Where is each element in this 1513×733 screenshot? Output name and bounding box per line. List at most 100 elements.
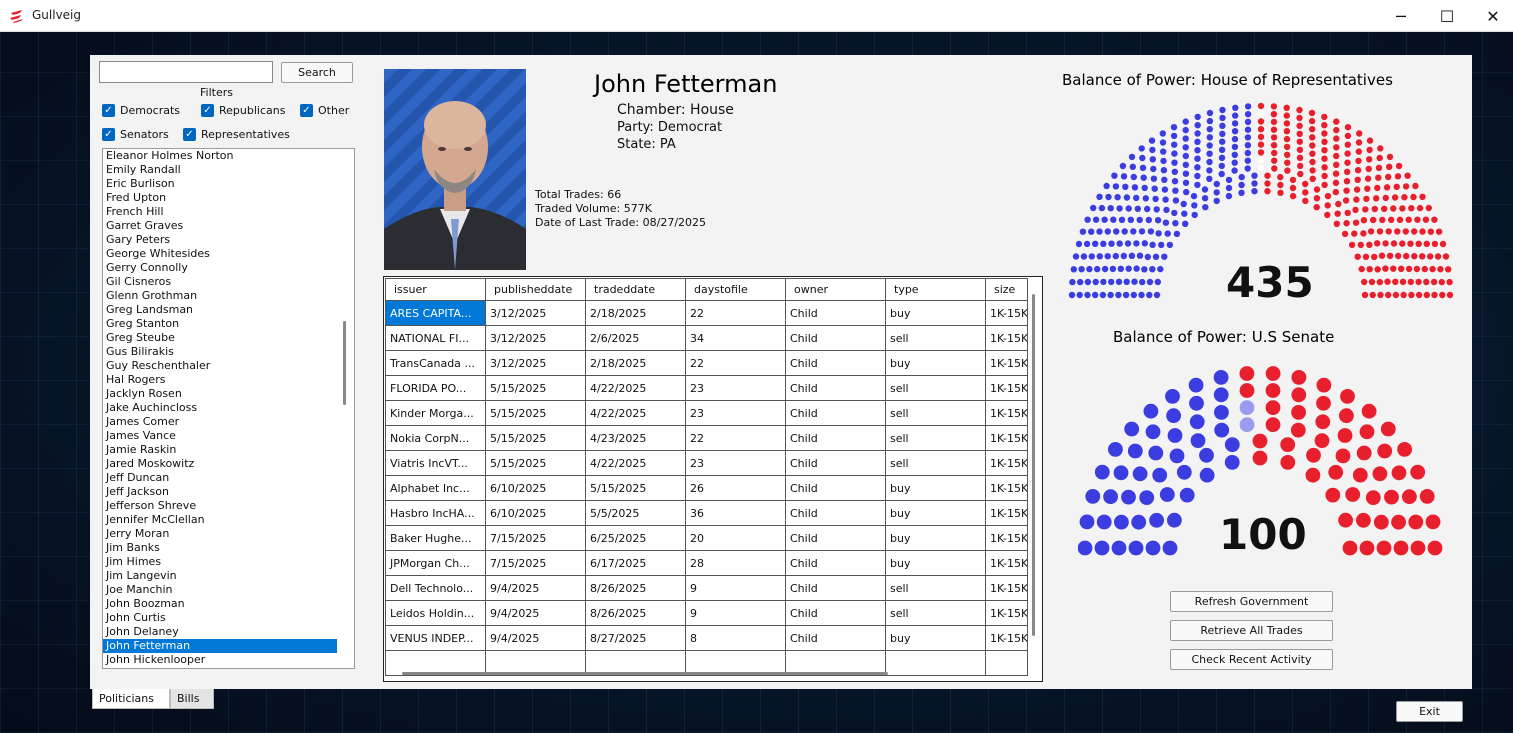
table-cell[interactable]: Child [785, 500, 886, 526]
list-item[interactable]: French Hill [103, 205, 337, 219]
table-row[interactable]: Baker Hughe... 7/15/2025 6/25/2025 20 Child b… [385, 525, 1028, 551]
tab-bills[interactable]: Bills [170, 689, 214, 709]
column-header[interactable]: publisheddate [485, 278, 586, 301]
list-item[interactable]: Jerry Moran [103, 527, 337, 541]
grid-vertical-scrollbar[interactable] [1032, 294, 1035, 636]
filter-senators[interactable]: ✓ Senators [102, 128, 169, 141]
table-cell[interactable]: Child [785, 625, 886, 651]
table-cell[interactable]: 1K-15K [985, 625, 1028, 651]
table-row[interactable]: ARES CAPITA... 3/12/2025 2/18/2025 22 Child b… [385, 300, 1028, 326]
table-cell[interactable]: 2/18/2025 [585, 300, 686, 326]
list-item[interactable]: Guy Reschenthaler [103, 359, 337, 373]
table-cell[interactable]: 3/12/2025 [485, 325, 586, 351]
table-cell[interactable]: Child [785, 450, 886, 476]
table-cell[interactable]: 5/15/2025 [485, 400, 586, 426]
list-item[interactable]: Jim Langevin [103, 569, 337, 583]
table-row[interactable]: Viatris IncVT... 5/15/2025 4/22/2025 23 Chil… [385, 450, 1028, 476]
table-cell[interactable]: Child [785, 300, 886, 326]
table-cell[interactable]: sell [885, 400, 986, 426]
table-cell[interactable]: 4/22/2025 [585, 400, 686, 426]
list-item[interactable]: Gerry Connolly [103, 261, 337, 275]
table-cell[interactable]: 6/10/2025 [485, 475, 586, 501]
table-cell[interactable]: 5/15/2025 [485, 375, 586, 401]
table-cell[interactable]: 1K-15K [985, 350, 1028, 376]
table-cell[interactable]: Hasbro IncHA... [385, 500, 486, 526]
list-item[interactable]: Jeff Jackson [103, 485, 337, 499]
list-item[interactable]: Jamie Raskin [103, 443, 337, 457]
table-cell[interactable]: 9/4/2025 [485, 575, 586, 601]
table-cell[interactable]: Child [785, 525, 886, 551]
table-cell[interactable]: 8/26/2025 [585, 600, 686, 626]
list-item[interactable]: John Hickenlooper [103, 653, 337, 667]
list-item[interactable]: Jim Himes [103, 555, 337, 569]
table-cell[interactable]: 26 [685, 475, 786, 501]
list-item[interactable]: John Delaney [103, 625, 337, 639]
exit-button[interactable]: Exit [1396, 701, 1463, 722]
list-scrollbar[interactable] [343, 321, 346, 405]
list-item[interactable]: Gus Bilirakis [103, 345, 337, 359]
table-cell[interactable]: sell [885, 375, 986, 401]
list-item[interactable]: Jeff Duncan [103, 471, 337, 485]
table-cell[interactable]: Alphabet Inc... [385, 475, 486, 501]
table-cell[interactable]: 22 [685, 300, 786, 326]
table-cell[interactable]: 4/22/2025 [585, 375, 686, 401]
table-cell[interactable]: NATIONAL FI... [385, 325, 486, 351]
table-cell[interactable]: 23 [685, 450, 786, 476]
table-row[interactable]: Alphabet Inc... 6/10/2025 5/15/2025 26 Child… [385, 475, 1028, 501]
table-cell[interactable]: sell [885, 325, 986, 351]
table-cell[interactable]: 1K-15K [985, 425, 1028, 451]
table-cell[interactable]: 2/6/2025 [585, 325, 686, 351]
table-cell[interactable]: buy [885, 550, 986, 576]
list-item[interactable]: Gil Cisneros [103, 275, 337, 289]
table-cell[interactable]: Child [785, 475, 886, 501]
table-cell[interactable]: 8/27/2025 [585, 625, 686, 651]
table-cell[interactable]: 1K-15K [985, 600, 1028, 626]
table-row[interactable]: JPMorgan Ch... 7/15/2025 6/17/2025 28 Child b… [385, 550, 1028, 576]
table-cell[interactable]: Viatris IncVT... [385, 450, 486, 476]
column-header[interactable]: issuer [385, 278, 486, 301]
table-cell[interactable]: JPMorgan Ch... [385, 550, 486, 576]
search-input[interactable] [99, 61, 273, 83]
column-header[interactable]: owner [785, 278, 886, 301]
table-cell[interactable]: VENUS INDEP... [385, 625, 486, 651]
list-item[interactable]: Greg Landsman [103, 303, 337, 317]
table-cell[interactable]: 5/15/2025 [485, 450, 586, 476]
list-item[interactable]: Hal Rogers [103, 373, 337, 387]
list-item[interactable]: Joe Manchin [103, 583, 337, 597]
list-item[interactable]: Jennifer McClellan [103, 513, 337, 527]
maximize-button[interactable]: ☐ [1424, 0, 1470, 32]
table-cell[interactable]: FLORIDA PO... [385, 375, 486, 401]
list-item[interactable]: John Boozman [103, 597, 337, 611]
table-cell[interactable]: 34 [685, 325, 786, 351]
table-row[interactable]: VENUS INDEP... 9/4/2025 8/27/2025 8 Child buy… [385, 625, 1028, 651]
list-item[interactable]: Jake Auchincloss [103, 401, 337, 415]
table-cell[interactable]: sell [885, 575, 986, 601]
list-item[interactable]: James Comer [103, 415, 337, 429]
list-item[interactable]: Glenn Grothman [103, 289, 337, 303]
table-cell[interactable]: ARES CAPITA... [385, 300, 486, 326]
table-cell[interactable]: 9/4/2025 [485, 600, 586, 626]
table-cell[interactable]: 23 [685, 400, 786, 426]
list-item[interactable]: Jim Banks [103, 541, 337, 555]
close-button[interactable]: ✕ [1470, 0, 1513, 32]
table-cell[interactable]: Child [785, 550, 886, 576]
list-item[interactable]: Emily Randall [103, 163, 337, 177]
list-item[interactable]: George Whitesides [103, 247, 337, 261]
table-cell[interactable]: 28 [685, 550, 786, 576]
table-cell[interactable]: 6/10/2025 [485, 500, 586, 526]
table-cell[interactable]: 9 [685, 575, 786, 601]
table-row[interactable]: Hasbro IncHA... 6/10/2025 5/5/2025 36 Child b… [385, 500, 1028, 526]
table-cell[interactable]: 6/17/2025 [585, 550, 686, 576]
table-row[interactable]: Leidos Holdin... 9/4/2025 8/26/2025 9 Child s… [385, 600, 1028, 626]
table-cell[interactable]: Child [785, 400, 886, 426]
table-cell[interactable]: 2/18/2025 [585, 350, 686, 376]
table-cell[interactable]: 3/12/2025 [485, 350, 586, 376]
tab-politicians[interactable]: Politicians [92, 689, 170, 709]
list-item[interactable]: Greg Steube [103, 331, 337, 345]
table-cell[interactable]: Child [785, 325, 886, 351]
table-cell[interactable]: 1K-15K [985, 500, 1028, 526]
filter-other[interactable]: ✓ Other [300, 104, 349, 117]
list-item[interactable]: James Vance [103, 429, 337, 443]
list-item[interactable]: Eleanor Holmes Norton [103, 149, 337, 163]
check-recent-activity-button[interactable]: Check Recent Activity [1170, 649, 1333, 670]
